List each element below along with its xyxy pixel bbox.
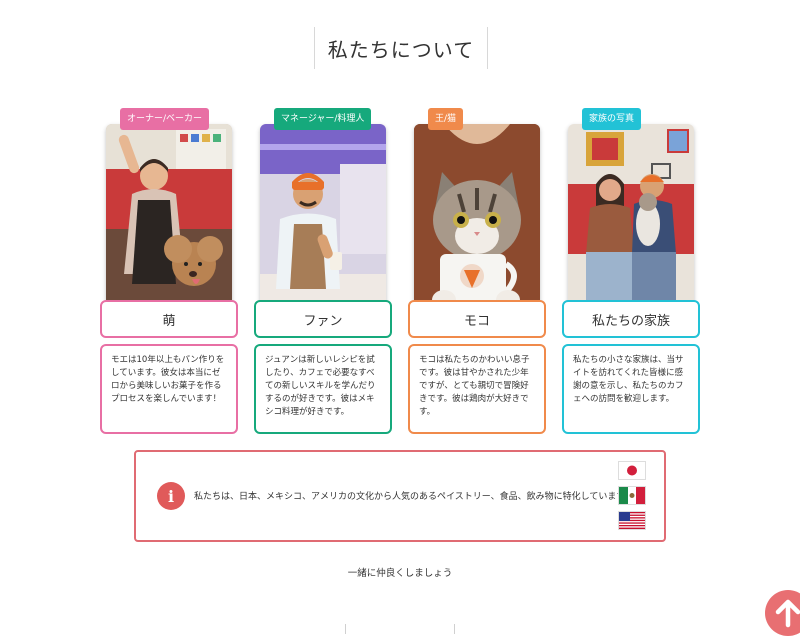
family-photo <box>568 124 694 314</box>
info-text: 私たちは、日本、メキシコ、アメリカの文化から人気のあるペイストリー、食品、飲み物… <box>194 492 635 502</box>
member-description-box: モエは10年以上もパン作りをしています。彼女は本当にゼロから美味しいお菓子を作る… <box>100 344 238 434</box>
member-description: モエは10年以上もパン作りをしています。彼女は本当にゼロから美味しいお菓子を作る… <box>111 355 225 404</box>
member-name: ファン <box>303 313 343 329</box>
member-name: 萌 <box>162 313 176 329</box>
member-name-box: ファン <box>254 300 392 338</box>
member-name-box: 私たちの家族 <box>562 300 700 338</box>
info-banner: i 私たちは、日本、メキシコ、アメリカの文化から人気のあるペイストリー、食品、飲… <box>134 450 666 542</box>
member-description: 私たちの小さな家族は、当サイトを訪れてくれた皆様に感謝の意を示し、私たちのカフェ… <box>573 355 684 404</box>
cat-photo <box>414 124 540 314</box>
member-name: モコ <box>463 313 490 329</box>
member-tag: 王/猫 <box>428 108 464 130</box>
usa-flag <box>619 512 645 529</box>
member-tag: オーナー/ベーカー <box>120 108 210 130</box>
japan-flag <box>619 462 645 479</box>
member-description-box: ジュアンは新しいレシピを試したり、カフェで必要なすべての新しいスキルを学んだりす… <box>254 344 392 434</box>
member-name: 私たちの家族 <box>591 313 670 329</box>
arrow-up-icon <box>775 599 800 628</box>
member-description-box: 私たちの小さな家族は、当サイトを訪れてくれた皆様に感謝の意を示し、私たちのカフェ… <box>562 344 700 434</box>
manager-chef-photo <box>260 124 386 314</box>
page-title: 私たちについて <box>327 37 475 62</box>
member-name-box: モコ <box>408 300 546 338</box>
owner-baker-photo <box>106 124 232 314</box>
member-description-box: モコは私たちのかわいい息子です。彼は甘やかされた少年ですが、とても親切で冒険好き… <box>408 344 546 434</box>
member-description: モコは私たちのかわいい息子です。彼は甘やかされた少年ですが、とても親切で冒険好き… <box>419 355 530 417</box>
section-title-frame: 私たちについて <box>314 27 488 69</box>
member-name-box: 萌 <box>100 300 238 338</box>
footer-text: 一緒に仲良くしましょう <box>347 568 453 579</box>
member-description: ジュアンは新しいレシピを試したり、カフェで必要なすべての新しいスキルを学んだりす… <box>265 355 376 417</box>
scroll-to-top-button[interactable] <box>765 590 800 636</box>
info-icon: i <box>157 482 185 510</box>
mexico-flag <box>619 487 645 504</box>
member-tag: 家族の写真 <box>582 108 642 130</box>
member-tag: マネージャー/料理人 <box>274 108 372 130</box>
